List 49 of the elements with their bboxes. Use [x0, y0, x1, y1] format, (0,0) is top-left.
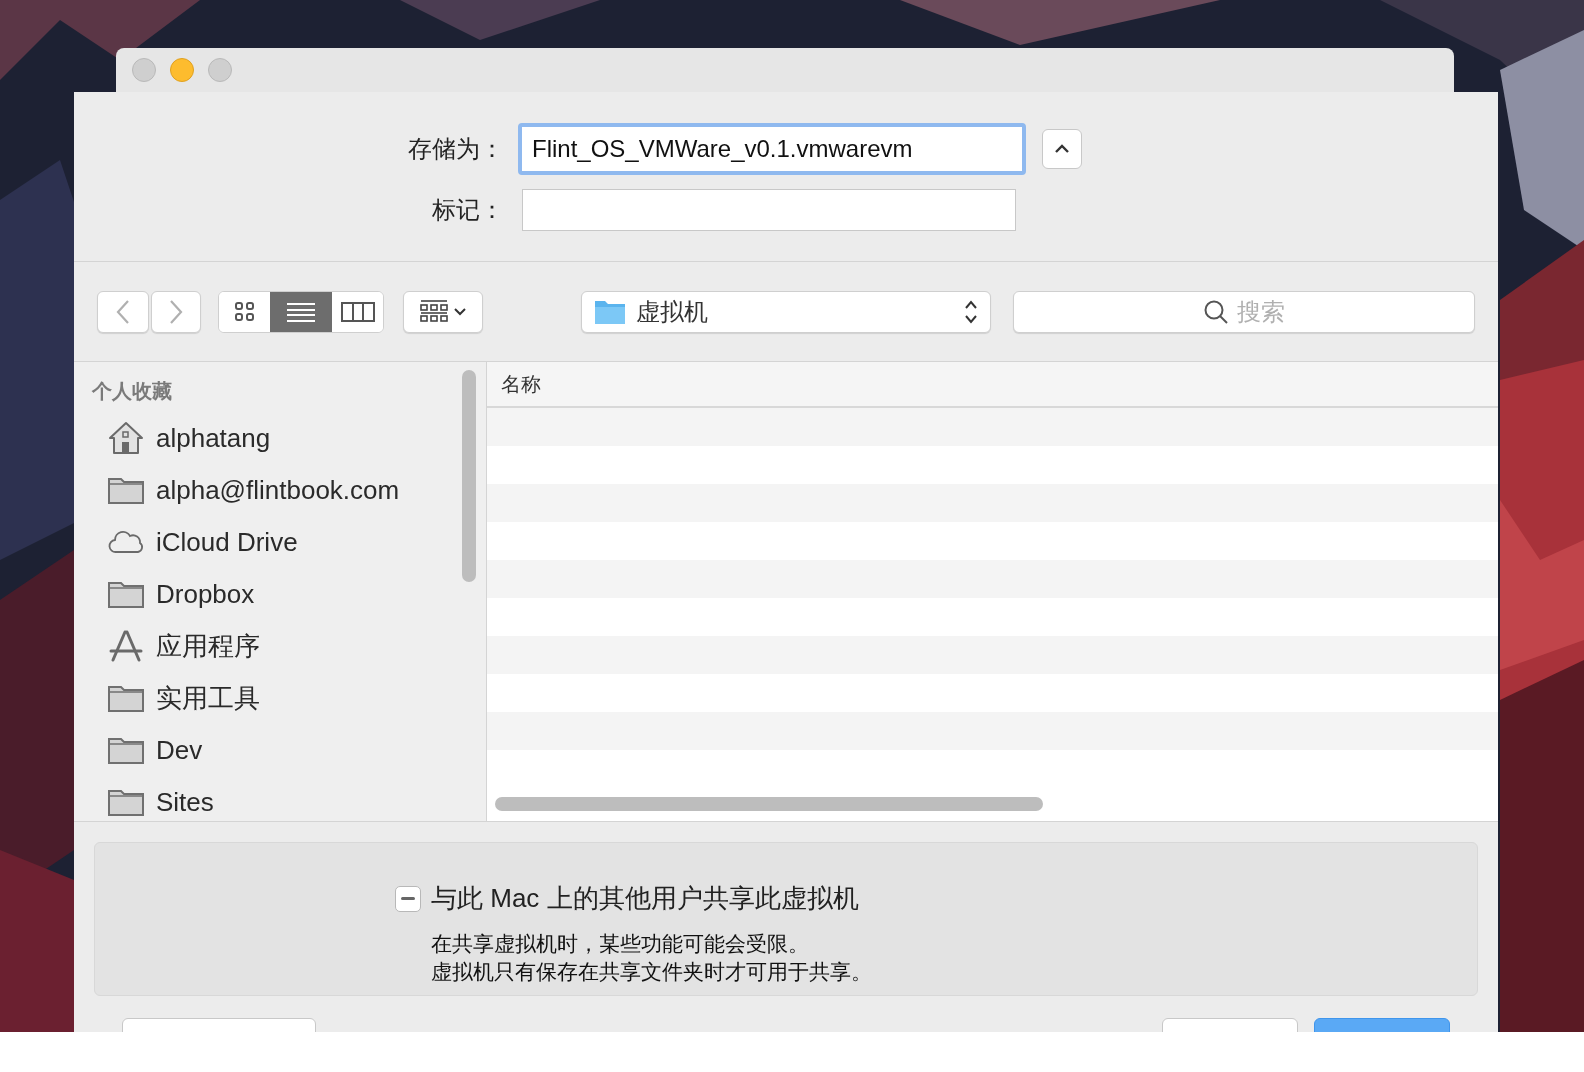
checkbox[interactable] [395, 885, 421, 912]
sidebar-item[interactable]: Dropbox [92, 568, 486, 620]
arrange-grid-icon [420, 299, 448, 324]
sidebar-item[interactable]: 应用程序 [92, 620, 486, 672]
cloud-icon [108, 530, 144, 554]
save-as-label: 存储为： [407, 133, 505, 164]
chevron-up-icon [1054, 143, 1070, 154]
scrollbar-thumb[interactable] [462, 370, 476, 582]
sidebar-item[interactable]: 实用工具 [92, 672, 486, 724]
folder-icon [108, 684, 144, 712]
sidebar-item[interactable]: iCloud Drive [92, 516, 486, 568]
expand-button[interactable] [1042, 128, 1082, 169]
columns-icon [340, 301, 375, 322]
tags-field[interactable] [522, 188, 1016, 231]
up-down-arrows-icon [964, 298, 978, 325]
back-button[interactable] [97, 290, 149, 333]
sidebar-item[interactable]: alpha@flintbook.com [92, 464, 486, 516]
folder-icon [108, 788, 144, 816]
sidebar-item[interactable]: alphatang [92, 412, 486, 464]
filename-field[interactable]: Flint_OS_VMWare_v0.1.vmwarevm [518, 122, 1026, 175]
folder-icon [108, 736, 144, 764]
app-tools-icon [108, 629, 144, 663]
tags-label: 标记： [431, 194, 505, 225]
location-popup[interactable]: 虚拟机 [581, 290, 991, 333]
sidebar-item[interactable]: Dev [92, 724, 486, 776]
folder-icon [108, 580, 144, 608]
folder-icon [594, 298, 626, 325]
sharing-note: 在共享虚拟机时，某些功能可能会受限。 [431, 931, 810, 957]
folder-icon [108, 476, 144, 504]
chevron-left-icon [116, 298, 130, 325]
arrange-button[interactable] [403, 290, 483, 333]
sidebar-item[interactable]: Sites [92, 776, 486, 828]
sidebar-heading: 个人收藏 [92, 379, 173, 404]
share-label: 与此 Mac 上的其他用户共享此虚拟机 [431, 882, 859, 915]
zoom-window-button[interactable] [208, 58, 232, 82]
view-mode-tab[interactable] [270, 291, 332, 332]
dash-icon [401, 897, 415, 900]
minimize-window-button[interactable] [170, 58, 194, 82]
scrollbar-thumb[interactable] [495, 797, 1043, 811]
chevron-right-icon [169, 298, 183, 325]
sharing-note: 虚拟机只有保存在共享文件夹时才可用于共享。 [431, 959, 873, 985]
house-icon [108, 421, 144, 455]
search-icon [1203, 298, 1229, 325]
column-header[interactable]: 名称 [487, 369, 555, 399]
grid-icon [233, 300, 256, 323]
close-window-button[interactable] [132, 58, 156, 82]
chevron-down-icon [454, 307, 466, 316]
list-icon [286, 301, 316, 322]
forward-button[interactable] [151, 290, 201, 333]
